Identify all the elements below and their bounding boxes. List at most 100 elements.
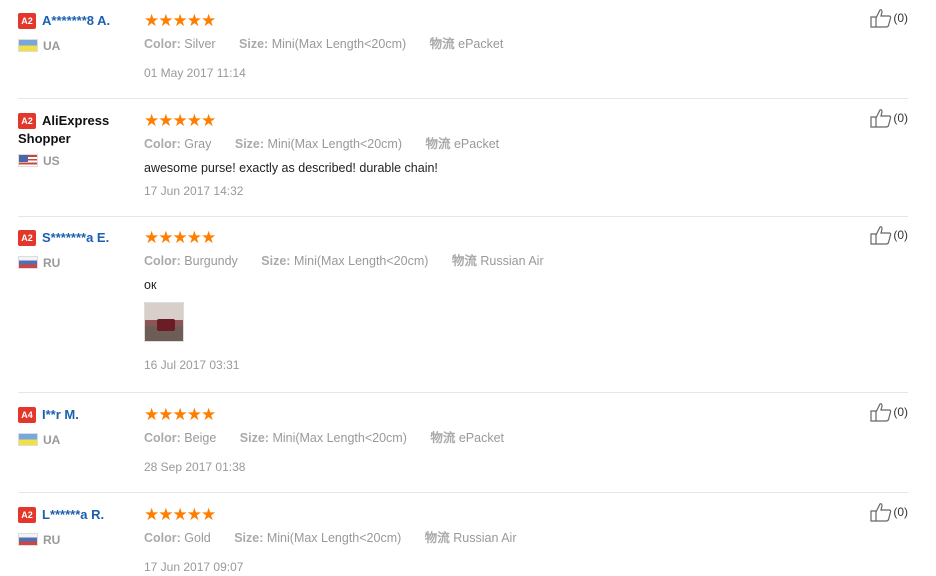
flag-ru-icon [18, 256, 38, 270]
helpful-button[interactable]: (0) [870, 225, 908, 247]
reviewer-country: RU [18, 531, 140, 549]
reviewer-info: A2 A*******8 A. UA [18, 12, 140, 55]
review-date: 28 Sep 2017 01:38 [144, 460, 246, 474]
color-value: Silver [184, 37, 216, 51]
helpful-count: (0) [893, 505, 908, 519]
size-label: Size: [239, 37, 269, 51]
size-value: Mini(Max Length<20cm) [272, 431, 407, 445]
star-icons: ★★★★★ [144, 505, 216, 524]
color-value: Gold [184, 531, 211, 545]
star-rating: ★★★★★ [144, 406, 804, 424]
helpful-count: (0) [893, 228, 908, 242]
helpful-count: (0) [893, 111, 908, 125]
reviewer-country: US [18, 152, 140, 170]
buyer-level-badge: A2 [18, 13, 36, 29]
country-code: RU [43, 532, 61, 547]
color-value: Burgundy [184, 254, 238, 268]
star-icons: ★★★★★ [144, 228, 216, 247]
order-attributes: Color: Beige Size: Mini(Max Length<20cm)… [144, 429, 804, 447]
star-rating: ★★★★★ [144, 506, 804, 524]
review-date: 17 Jun 2017 09:07 [144, 560, 244, 574]
size-value: Mini(Max Length<20cm) [266, 531, 402, 545]
star-rating: ★★★★★ [144, 112, 804, 130]
review-body: ★★★★★ Color: Gold Size: Mini(Max Length<… [144, 506, 804, 576]
shipping-value: ePacket [453, 137, 500, 151]
flag-ru-icon [18, 533, 38, 547]
flag-ua-icon [18, 39, 38, 53]
helpful-button[interactable]: (0) [870, 108, 908, 130]
helpful-button[interactable]: (0) [870, 8, 908, 30]
star-icons: ★★★★★ [144, 405, 216, 424]
reviewer-name: L******a R. [42, 507, 105, 522]
color-label: Color: [144, 254, 181, 268]
reviewer-info: A2 AliExpress Shopper US [18, 112, 140, 170]
review-item: A2 AliExpress Shopper US ★★★★★ Color: Gra… [18, 109, 908, 217]
shipping-label: 物流 [429, 37, 455, 51]
order-attributes: Color: Gold Size: Mini(Max Length<20cm) … [144, 529, 804, 547]
buyer-level-badge: A2 [18, 507, 36, 523]
flag-us-icon [18, 154, 38, 168]
review-item: A2 S*******a E. RU ★★★★★ Color: Burgundy … [18, 226, 908, 393]
review-body: ★★★★★ Color: Silver Size: Mini(Max Lengt… [144, 12, 804, 82]
shipping-label: 物流 [424, 531, 450, 545]
shipping-value: ePacket [458, 37, 504, 51]
country-code: RU [43, 255, 61, 270]
thumbs-up-icon [870, 9, 892, 28]
review-text: ок [144, 278, 157, 292]
reviewer-name: A*******8 A. [42, 13, 111, 28]
order-attributes: Color: Burgundy Size: Mini(Max Length<20… [144, 252, 804, 270]
reviewer-info: A4 I**r M. UA [18, 406, 140, 449]
review-item: A2 A*******8 A. UA ★★★★★ Color: Silver Si… [18, 9, 908, 99]
shipping-value: ePacket [458, 431, 505, 445]
buyer-level-badge: A2 [18, 230, 36, 246]
review-date: 17 Jun 2017 14:32 [144, 184, 244, 198]
buyer-level-badge: A2 [18, 113, 36, 129]
star-icons: ★★★★★ [144, 111, 216, 130]
size-value: Mini(Max Length<20cm) [271, 37, 407, 51]
shipping-label: 物流 [451, 254, 477, 268]
review-item: A4 I**r M. UA ★★★★★ Color: Beige Size: Mi… [18, 403, 908, 493]
star-rating: ★★★★★ [144, 229, 804, 247]
shipping-value: Russian Air [453, 531, 517, 545]
reviewer-country: RU [18, 254, 140, 272]
review-text: awesome purse! exactly as described! dur… [144, 161, 438, 175]
order-attributes: Color: Silver Size: Mini(Max Length<20cm… [144, 35, 804, 53]
order-attributes: Color: Gray Size: Mini(Max Length<20cm) … [144, 135, 804, 153]
color-value: Beige [184, 431, 217, 445]
color-value: Gray [184, 137, 212, 151]
helpful-count: (0) [893, 11, 908, 25]
reviewer-info: A2 S*******a E. RU [18, 229, 140, 272]
country-code: US [43, 153, 60, 168]
color-label: Color: [144, 137, 181, 151]
size-label: Size: [261, 254, 291, 268]
flag-ua-icon [18, 433, 38, 447]
shipping-label: 物流 [425, 137, 451, 151]
shipping-label: 物流 [430, 431, 456, 445]
thumbs-up-icon [870, 503, 892, 522]
helpful-button[interactable]: (0) [870, 502, 908, 524]
review-photo-thumbnail[interactable] [144, 302, 184, 342]
reviewer-name: AliExpress [42, 113, 110, 128]
review-body: ★★★★★ Color: Burgundy Size: Mini(Max Len… [144, 229, 804, 374]
reviewer-name: I**r M. [42, 407, 79, 422]
size-label: Size: [234, 137, 265, 151]
reviewer-country: UA [18, 37, 140, 55]
size-value: Mini(Max Length<20cm) [267, 137, 402, 151]
helpful-count: (0) [893, 405, 908, 419]
reviewer-name-continued: Shopper [18, 131, 71, 146]
reviewer-name: S*******a E. [42, 230, 110, 245]
thumbs-up-icon [870, 403, 892, 422]
star-icons: ★★★★★ [144, 11, 216, 30]
thumbs-up-icon [870, 226, 892, 245]
reviewer-info: A2 L******a R. RU [18, 506, 140, 549]
color-label: Color: [144, 531, 181, 545]
size-value: Mini(Max Length<20cm) [293, 254, 429, 268]
review-date: 16 Jul 2017 03:31 [144, 358, 240, 372]
review-date: 01 May 2017 11:14 [144, 66, 246, 80]
color-label: Color: [144, 431, 181, 445]
shipping-value: Russian Air [480, 254, 544, 268]
star-rating: ★★★★★ [144, 12, 804, 30]
helpful-button[interactable]: (0) [870, 402, 908, 424]
size-label: Size: [239, 431, 269, 445]
review-body: ★★★★★ Color: Beige Size: Mini(Max Length… [144, 406, 804, 476]
